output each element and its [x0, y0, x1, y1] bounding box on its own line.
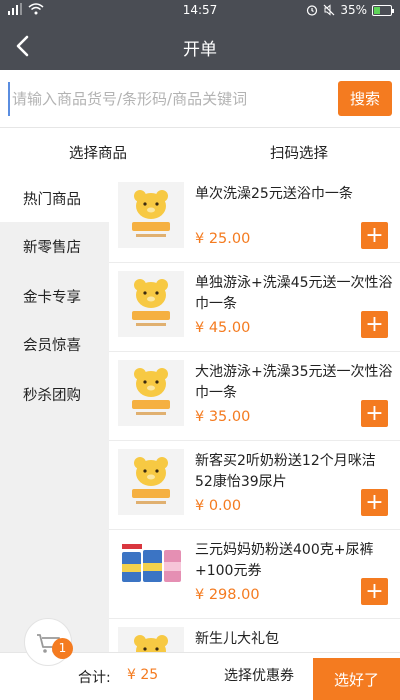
product-list: 单次洗澡25元送浴巾一条 ¥ 25.00 + 单独游泳+洗澡45元送一次性浴巾一…	[109, 174, 400, 652]
product-name: 单独游泳+洗澡45元送一次性浴巾一条	[195, 275, 393, 312]
product-price: ¥ 35.00	[195, 409, 251, 425]
select-coupon-button[interactable]: 选择优惠券	[224, 665, 294, 685]
alarm-icon	[307, 5, 318, 16]
tab-bar: 选择商品 扫码选择	[0, 129, 400, 174]
product-image	[118, 449, 184, 515]
battery-fill	[374, 6, 380, 14]
search-button[interactable]: 搜索	[338, 81, 392, 116]
bear-logo-icon	[132, 279, 170, 326]
product-image	[118, 360, 184, 426]
product-price: ¥ 45.00	[195, 320, 251, 336]
add-button[interactable]: +	[361, 578, 388, 605]
product-item[interactable]: 单次洗澡25元送浴巾一条 ¥ 25.00 +	[109, 174, 400, 263]
cart-count-badge: 1	[52, 638, 73, 659]
add-button[interactable]: +	[361, 222, 388, 249]
product-name: 三元妈妈奶粉送400克+尿裤+100元券	[195, 542, 374, 579]
confirm-button[interactable]: 选好了	[313, 658, 400, 700]
category-item-member-surprise[interactable]: 会员惊喜	[0, 320, 109, 368]
product-image	[118, 271, 184, 337]
status-right: 35%	[306, 3, 394, 17]
battery-percent: 35%	[340, 3, 367, 17]
add-button[interactable]: +	[361, 400, 388, 427]
page-title: 开单	[183, 40, 217, 60]
tab-scan-select[interactable]: 扫码选择	[270, 142, 328, 163]
product-image	[118, 182, 184, 248]
product-name: 大池游泳+洗澡35元送一次性浴巾一条	[195, 364, 393, 401]
search-area: 搜索	[0, 70, 400, 128]
category-item-hot[interactable]: 热门商品	[0, 174, 109, 222]
tab-select-goods[interactable]: 选择商品	[69, 142, 127, 163]
product-name: 单次洗澡25元送浴巾一条	[195, 186, 353, 202]
mute-icon	[323, 4, 335, 16]
bear-logo-icon	[132, 457, 170, 504]
add-button[interactable]: +	[361, 489, 388, 516]
category-sidebar: 热门商品 新零售店 金卡专享 会员惊喜 秒杀团购	[0, 174, 109, 652]
product-item[interactable]: 大池游泳+洗澡35元送一次性浴巾一条 ¥ 35.00 +	[109, 352, 400, 441]
bear-logo-icon	[134, 635, 168, 652]
product-name: 新客买2听奶粉送12个月咪洁52康怡39尿片	[195, 453, 376, 490]
product-price: ¥ 25.00	[195, 231, 251, 247]
total-label: 合计:	[78, 670, 111, 686]
product-item[interactable]: 新客买2听奶粉送12个月咪洁52康怡39尿片 ¥ 0.00 +	[109, 441, 400, 530]
nav-bar: 开单	[0, 22, 400, 70]
product-item[interactable]: 单独游泳+洗澡45元送一次性浴巾一条 ¥ 45.00 +	[109, 263, 400, 352]
add-button[interactable]: +	[361, 311, 388, 338]
product-name: 新生儿大礼包	[195, 631, 279, 647]
product-item[interactable]: 三元妈妈奶粉送400克+尿裤+100元券 ¥ 298.00 +	[109, 530, 400, 619]
product-image	[118, 627, 184, 652]
milk-powder-cans-icon	[122, 544, 181, 582]
category-item-new-retail[interactable]: 新零售店	[0, 222, 109, 270]
product-image	[118, 538, 184, 604]
category-item-gold-card[interactable]: 金卡专享	[0, 272, 109, 320]
bear-logo-icon	[132, 190, 170, 237]
total-value: ¥ 25	[127, 667, 159, 683]
product-price: ¥ 0.00	[195, 498, 242, 514]
product-price: ¥ 298.00	[195, 587, 260, 603]
bear-logo-icon	[132, 368, 170, 415]
battery-icon	[372, 4, 394, 16]
category-item-flash-sale[interactable]: 秒杀团购	[0, 370, 109, 418]
product-item[interactable]: 新生儿大礼包	[109, 619, 400, 652]
status-bar: 14:57 35%	[0, 0, 400, 22]
search-input[interactable]	[8, 82, 334, 116]
